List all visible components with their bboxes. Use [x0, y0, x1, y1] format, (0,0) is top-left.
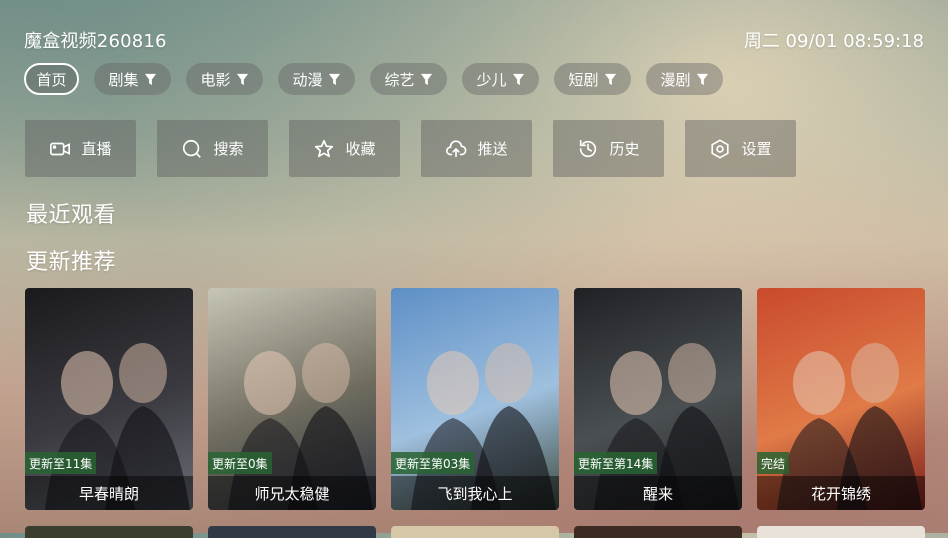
video-title: 醒来 [574, 476, 742, 510]
recommend-heading: 更新推荐 [26, 250, 117, 275]
video-title: 花开锦绣 [757, 476, 925, 510]
action-label: 直播 [81, 140, 112, 158]
video-title: 师兄太稳健 [208, 476, 376, 510]
gear-icon [709, 138, 731, 160]
update-badge: 更新至0集 [208, 452, 272, 474]
video-card[interactable] [757, 526, 925, 538]
action-star-button[interactable]: 收藏 [289, 120, 400, 177]
action-cloud-upload-button[interactable]: 推送 [421, 120, 532, 177]
filter-icon [323, 73, 341, 86]
tab-7[interactable]: 漫剧 [646, 63, 723, 95]
update-badge: 完结 [757, 452, 790, 474]
search-icon [181, 138, 203, 160]
filter-icon [507, 73, 525, 86]
cloud-upload-icon [445, 138, 467, 160]
action-camera-button[interactable]: 直播 [25, 120, 136, 177]
action-label: 历史 [609, 140, 640, 158]
video-title: 飞到我心上 [391, 476, 559, 510]
tab-label: 漫剧 [660, 70, 691, 89]
tab-label: 动漫 [292, 70, 323, 89]
quick-actions: 直播 搜索 收藏 推送 历史 设置 [25, 120, 796, 177]
video-card[interactable]: 更新至第03集 飞到我心上 [391, 288, 559, 510]
action-label: 搜索 [213, 140, 244, 158]
history-icon [577, 138, 599, 160]
video-card[interactable] [391, 526, 559, 538]
tab-label: 短剧 [568, 70, 599, 89]
recommend-list: 更新至11集 早春晴朗 更新至0集 师兄太稳健 更新至第03集 飞到我心上 更新至第14集醒… [25, 288, 925, 510]
tab-label: 电影 [200, 70, 231, 89]
action-label: 推送 [477, 140, 508, 158]
action-gear-button[interactable]: 设置 [685, 120, 796, 177]
tab-4[interactable]: 综艺 [370, 63, 447, 95]
tab-2[interactable]: 电影 [186, 63, 263, 95]
clock: 周二 09/01 08:59:18 [743, 31, 924, 52]
filter-icon [415, 73, 433, 86]
tab-3[interactable]: 动漫 [278, 63, 355, 95]
update-badge: 更新至第14集 [574, 452, 658, 474]
recent-watch-heading: 最近观看 [26, 203, 117, 228]
top-bar: 魔盒视频260816 周二 09/01 08:59:18 [24, 27, 924, 52]
video-card[interactable] [25, 526, 193, 538]
filter-icon [231, 73, 249, 86]
video-card[interactable]: 完结 花开锦绣 [757, 288, 925, 510]
tab-0[interactable]: 首页 [24, 63, 79, 95]
filter-icon [139, 73, 157, 86]
tab-6[interactable]: 短剧 [554, 63, 631, 95]
filter-icon [599, 73, 617, 86]
filter-icon [691, 73, 709, 86]
tab-label: 少儿 [476, 70, 507, 89]
action-label: 设置 [741, 140, 772, 158]
action-label: 收藏 [345, 140, 376, 158]
video-card[interactable]: 更新至11集 早春晴朗 [25, 288, 193, 510]
camera-icon [49, 138, 71, 160]
second-row-peek [25, 526, 925, 538]
update-badge: 更新至第03集 [391, 452, 475, 474]
tab-label: 剧集 [108, 70, 139, 89]
video-card[interactable] [208, 526, 376, 538]
action-history-button[interactable]: 历史 [553, 120, 664, 177]
category-tabs: 首页 剧集 电影 动漫 综艺 少儿 短剧 漫剧 [24, 63, 723, 97]
star-icon [313, 138, 335, 160]
app-title: 魔盒视频260816 [24, 31, 167, 52]
video-title: 早春晴朗 [25, 476, 193, 510]
video-card[interactable]: 更新至0集 师兄太稳健 [208, 288, 376, 510]
video-card[interactable]: 更新至第14集 醒来 [574, 288, 742, 510]
action-search-button[interactable]: 搜索 [157, 120, 268, 177]
tab-1[interactable]: 剧集 [94, 63, 171, 95]
tab-5[interactable]: 少儿 [462, 63, 539, 95]
update-badge: 更新至11集 [25, 452, 97, 474]
video-card[interactable] [574, 526, 742, 538]
tab-label: 综艺 [384, 70, 415, 89]
tab-label: 首页 [36, 70, 67, 89]
